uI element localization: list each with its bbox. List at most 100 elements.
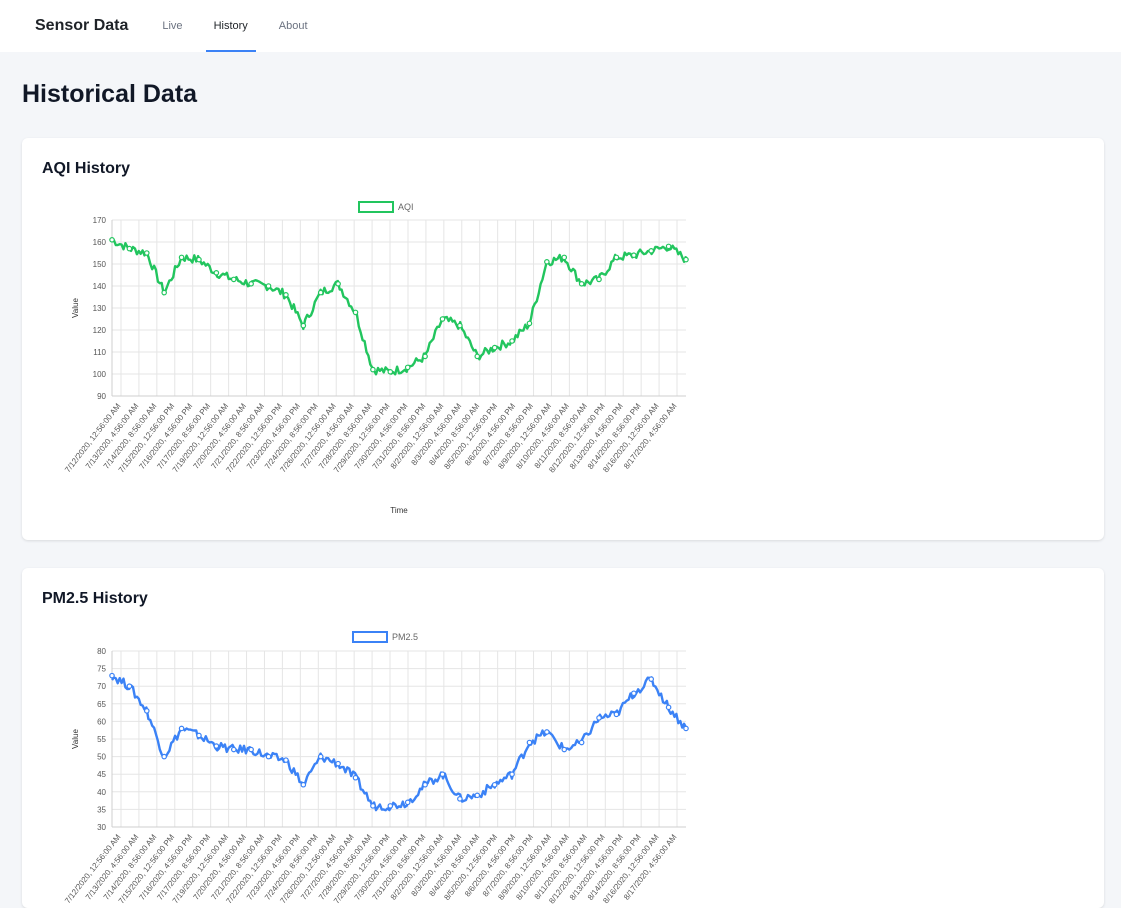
aqi-y-axis-title: Value xyxy=(71,298,80,318)
pm25-data-point-9 xyxy=(265,753,272,760)
pm25-y-axis-title: Value xyxy=(71,729,80,749)
aqi-x-axis-title: Time xyxy=(390,506,408,515)
pm25-data-point-12 xyxy=(317,753,324,760)
aqi-data-point-26 xyxy=(561,254,568,261)
aqi-data-point-20 xyxy=(457,322,463,329)
aqi-ytick-1: 100 xyxy=(93,370,107,379)
aqi-data-point-17 xyxy=(404,364,411,371)
aqi-data-point-19 xyxy=(439,316,446,322)
pm25-data-point-14 xyxy=(352,774,359,781)
aqi-history-card: AQI History AQI 90 100 110 120 130 140 150 160 17… xyxy=(22,138,1104,540)
aqi-ytick-2: 110 xyxy=(93,348,106,357)
aqi-ytick-5: 140 xyxy=(93,282,107,291)
pm25-ytick-1: 35 xyxy=(97,805,106,814)
aqi-data-point-5 xyxy=(196,256,202,263)
pm25-data-point-5 xyxy=(196,732,202,739)
aqi-data-point-15 xyxy=(370,366,376,373)
pm25-data-point-24 xyxy=(526,739,533,746)
aqi-data-point-14 xyxy=(352,309,359,316)
aqi-legend-label: AQI xyxy=(398,202,414,212)
aqi-data-point-23 xyxy=(509,338,515,344)
pm25-data-point-32 xyxy=(665,704,672,711)
brand-title: Sensor Data xyxy=(35,17,129,34)
pm25-data-point-3 xyxy=(161,753,167,760)
pm25-ytick-0: 30 xyxy=(97,823,106,832)
pm25-ytick-4: 50 xyxy=(97,753,106,762)
pm25-legend-swatch xyxy=(352,631,388,643)
aqi-data-point-0 xyxy=(109,237,115,243)
aqi-data-point-4 xyxy=(178,254,185,261)
aqi-data-point-18 xyxy=(422,353,428,360)
aqi-ytick-8: 170 xyxy=(93,216,107,225)
aqi-data-point-3 xyxy=(161,289,167,296)
aqi-data-point-1 xyxy=(126,245,133,252)
pm25-data-point-6 xyxy=(213,743,220,749)
pm25-series-line xyxy=(111,676,688,812)
aqi-data-point-8 xyxy=(248,281,254,287)
aqi-ytick-3: 120 xyxy=(93,326,107,335)
aqi-data-point-10 xyxy=(283,292,289,298)
tab-live[interactable]: Live xyxy=(152,0,192,52)
aqi-data-point-9 xyxy=(265,283,272,289)
pm25-data-point-0 xyxy=(109,672,115,679)
pm25-ytick-2: 40 xyxy=(97,788,106,797)
pm25-data-point-29 xyxy=(613,711,620,718)
aqi-data-point-27 xyxy=(578,281,585,287)
aqi-data-point-31 xyxy=(648,248,655,254)
pm25-data-point-18 xyxy=(422,781,428,788)
aqi-data-point-22 xyxy=(491,344,498,351)
aqi-data-point-7 xyxy=(230,276,237,283)
page-title: Historical Data xyxy=(22,80,198,108)
pm25-data-point-33 xyxy=(683,725,689,732)
pm25-ytick-6: 60 xyxy=(97,717,106,726)
pm25-data-point-16 xyxy=(387,803,394,809)
pm25-data-point-20 xyxy=(457,796,463,802)
aqi-data-point-32 xyxy=(665,243,672,250)
tab-history[interactable]: History xyxy=(204,0,258,52)
aqi-legend-swatch xyxy=(358,201,394,213)
pm25-data-point-26 xyxy=(561,746,568,753)
pm25-data-point-8 xyxy=(248,746,254,753)
pm25-data-point-23 xyxy=(509,771,515,778)
aqi-data-point-24 xyxy=(526,320,533,327)
pm25-ytick-8: 70 xyxy=(97,682,106,691)
aqi-data-point-28 xyxy=(596,276,602,283)
pm25-data-point-15 xyxy=(370,803,376,809)
pm25-data-point-25 xyxy=(544,729,550,735)
aqi-line-chart: AQI901001101201301401501601707/12/2020, … xyxy=(63,201,689,515)
pm25-data-point-31 xyxy=(648,676,655,682)
pm25-ytick-3: 45 xyxy=(97,770,106,779)
aqi-ytick-7: 160 xyxy=(93,238,107,247)
pm25-data-point-22 xyxy=(491,781,498,788)
aqi-data-point-12 xyxy=(317,289,324,296)
aqi-data-point-21 xyxy=(474,353,481,360)
nav-tabs: Live History About xyxy=(152,0,328,52)
pm25-data-point-30 xyxy=(631,690,637,697)
pm25-data-point-13 xyxy=(335,760,341,767)
aqi-data-point-6 xyxy=(213,270,220,276)
aqi-ytick-4: 130 xyxy=(93,304,107,313)
aqi-data-point-16 xyxy=(387,369,394,375)
aqi-data-point-33 xyxy=(683,256,689,263)
pm25-legend-label: PM2.5 xyxy=(392,632,418,642)
tab-about[interactable]: About xyxy=(269,0,318,52)
pm25-ytick-9: 75 xyxy=(97,665,106,674)
aqi-ytick-0: 90 xyxy=(97,392,106,401)
aqi-data-point-30 xyxy=(631,252,637,259)
pm25-data-point-21 xyxy=(474,792,481,799)
pm25-ytick-10: 80 xyxy=(97,647,106,656)
pm25-data-point-27 xyxy=(578,739,585,746)
pm25-data-point-17 xyxy=(404,799,411,806)
pm25-ytick-7: 65 xyxy=(97,700,106,709)
pm25-data-point-4 xyxy=(178,725,185,732)
pm25-data-point-28 xyxy=(596,715,602,721)
pm25-data-point-19 xyxy=(439,771,446,778)
pm25-data-point-2 xyxy=(143,708,150,714)
aqi-data-point-11 xyxy=(300,322,307,329)
aqi-data-point-29 xyxy=(613,254,620,261)
pm25-history-card: PM2.5 History PM2.5 30 35 40 45 50 55 60 65 70 75 8… xyxy=(22,568,1104,908)
pm25-data-point-10 xyxy=(283,757,289,763)
pm25-ytick-5: 55 xyxy=(97,735,106,744)
aqi-data-point-13 xyxy=(335,281,341,287)
pm25-data-point-7 xyxy=(230,746,237,753)
